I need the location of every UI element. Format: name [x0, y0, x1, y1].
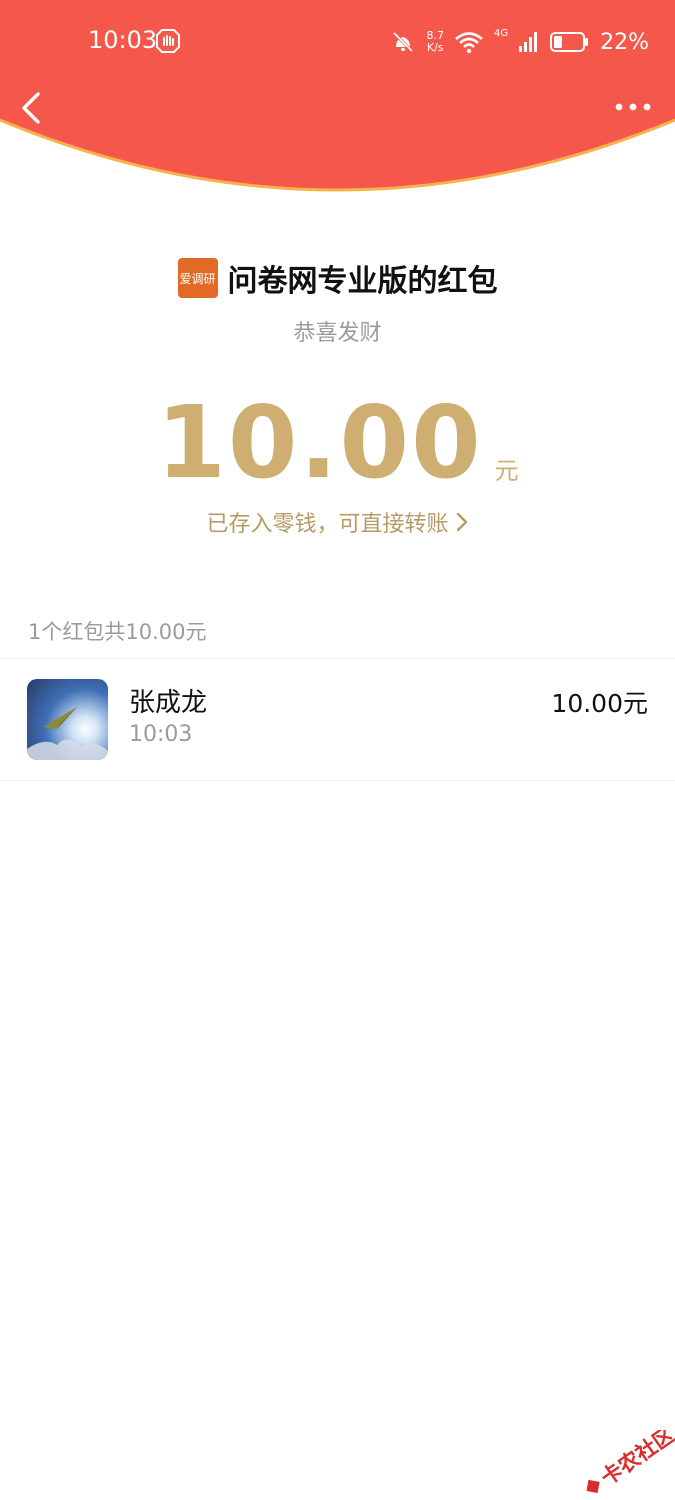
chevron-right-icon: [456, 512, 467, 532]
wifi-icon: [455, 32, 483, 54]
avatar: [27, 679, 108, 760]
network-type: 4G: [493, 28, 509, 39]
receive-time: 10:03: [129, 722, 193, 747]
network-speed: 8.7 K/s: [426, 29, 444, 54]
amount-display: 10.00 元: [0, 388, 675, 498]
watermark: 卡农社区: [586, 1430, 675, 1494]
hand-notification-icon: [156, 29, 180, 53]
list-item[interactable]: 张成龙 10:03 10.00元: [0, 660, 675, 780]
receiver-name: 张成龙: [129, 688, 208, 718]
packet-title: 问卷网专业版的红包: [227, 264, 498, 299]
signal-icon: [519, 32, 538, 52]
status-time: 10:03: [88, 26, 158, 54]
blessing-text: 恭喜发财: [293, 321, 382, 346]
received-amount: 10.00: [156, 384, 483, 501]
deposit-note-link[interactable]: 已存入零钱，可直接转账: [0, 506, 675, 538]
packet-summary: 1个红包共10.00元: [28, 620, 207, 644]
status-bar: 10:03 8.7 K/s 4G 22%: [0, 18, 675, 66]
back-arrow-icon[interactable]: [14, 88, 50, 128]
more-options-icon[interactable]: [613, 92, 653, 122]
divider: [0, 658, 675, 659]
record-amount: 10.00元: [551, 689, 648, 718]
status-icons: 8.7 K/s 4G 22%: [390, 24, 649, 60]
deposit-note: 已存入零钱，可直接转账: [206, 512, 449, 537]
battery-icon: [550, 32, 589, 52]
packet-header: 爱调研 问卷网专业版的红包: [0, 255, 675, 301]
battery-percentage: 22%: [600, 29, 649, 55]
divider: [0, 780, 675, 781]
amount-unit: 元: [494, 457, 519, 485]
sender-logo: 爱调研: [177, 258, 218, 298]
watermark-text: 卡农社区: [597, 1430, 675, 1490]
mute-bell-icon: [393, 31, 414, 53]
